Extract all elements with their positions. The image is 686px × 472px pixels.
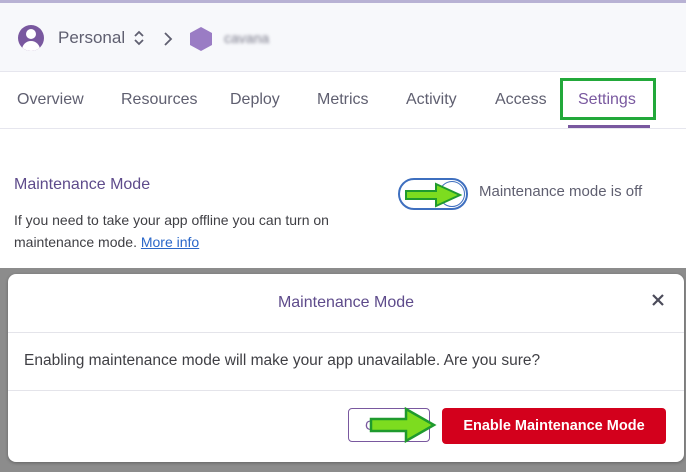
hexagon-icon [190,27,212,51]
active-tab-indicator [568,125,650,128]
annotation-arrow-icon [369,406,437,444]
close-icon[interactable] [648,290,668,310]
dialog-divider-top [8,332,684,333]
maintenance-status-text: Maintenance mode is off [479,183,643,200]
annotation-arrow-icon [405,182,463,208]
account-switcher-label[interactable]: Personal [58,28,125,48]
tab-access[interactable]: Access [495,91,547,109]
tab-resources[interactable]: Resources [121,91,197,109]
dialog-message: Enabling maintenance mode will make your… [24,352,541,369]
more-info-link[interactable]: More info [141,234,199,250]
maintenance-confirm-dialog: Maintenance Mode Enabling maintenance mo… [8,274,684,462]
tab-metrics[interactable]: Metrics [317,91,369,109]
enable-maintenance-mode-button[interactable]: Enable Maintenance Mode [442,408,666,444]
app-name[interactable]: cavana [224,30,269,46]
tab-overview[interactable]: Overview [17,91,84,109]
dialog-title: Maintenance Mode [277,294,415,311]
maintenance-mode-description: If you need to take your app offline you… [14,209,334,253]
tab-deploy[interactable]: Deploy [230,91,280,109]
app-header: Personal cavana [0,3,686,72]
dialog-divider-bottom [8,390,684,391]
user-avatar-icon[interactable] [18,25,44,51]
settings-highlight-box [560,78,656,120]
tab-activity[interactable]: Activity [406,91,457,109]
maintenance-mode-heading: Maintenance Mode [14,176,151,193]
chevron-right-icon [164,32,173,46]
up-down-chevron-icon[interactable] [131,24,147,52]
